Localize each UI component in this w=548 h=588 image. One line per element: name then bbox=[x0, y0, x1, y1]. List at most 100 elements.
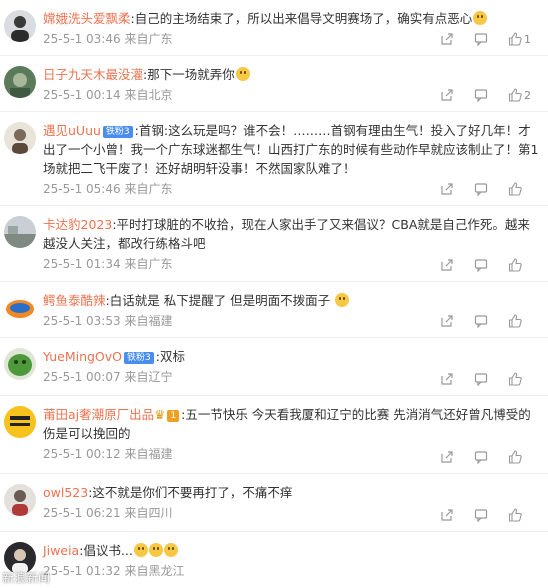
username[interactable]: YueMingOvO bbox=[43, 349, 122, 364]
username[interactable]: 遇见uUuu bbox=[43, 123, 101, 138]
comment-icon bbox=[474, 183, 488, 196]
username[interactable]: 嫦娥洗头爱飘柔 bbox=[43, 11, 131, 26]
comment-icon bbox=[474, 451, 488, 464]
avatar[interactable] bbox=[4, 348, 36, 380]
level-badge: 1 bbox=[167, 410, 180, 422]
comment-icon bbox=[474, 33, 488, 46]
comment-date: 25-5-1 06:21 bbox=[43, 506, 121, 520]
comment-button[interactable] bbox=[474, 507, 508, 523]
like-button[interactable] bbox=[508, 257, 542, 273]
username[interactable]: 卡达豹2023 bbox=[43, 217, 112, 232]
share-button[interactable] bbox=[440, 87, 474, 103]
comment-date: 25-5-1 00:14 bbox=[43, 88, 121, 102]
comment-location: 来自广东 bbox=[124, 182, 173, 196]
comment-button[interactable] bbox=[474, 87, 508, 103]
thumbs-up-icon bbox=[508, 258, 522, 272]
thumbs-up-icon bbox=[508, 88, 522, 102]
like-count: 2 bbox=[524, 88, 531, 102]
emoji-icon bbox=[235, 67, 250, 81]
share-icon bbox=[441, 373, 453, 385]
comment-item: owl523:这不就是你们不要再打了，不痛不痒 25-5-1 06:21 来自四… bbox=[0, 474, 548, 532]
username[interactable]: Jiweia bbox=[43, 543, 79, 558]
comment-text: 双标 bbox=[159, 349, 185, 364]
avatar[interactable] bbox=[4, 406, 36, 438]
comment-text: 自己的主场结束了，所以出来倡导文明赛场了，确实有点恶心 bbox=[134, 11, 473, 26]
comment-location: 来自辽宁 bbox=[124, 370, 173, 384]
avatar[interactable] bbox=[4, 122, 36, 154]
share-icon bbox=[441, 315, 453, 327]
share-button[interactable] bbox=[440, 371, 474, 387]
comment-text: 平时打球脏的不收拾，现在人家出手了又来倡议？CBA就是自己作死。越来越没人关注，… bbox=[43, 217, 530, 251]
comment-icon bbox=[474, 509, 488, 522]
share-icon bbox=[441, 259, 453, 271]
comment-icon bbox=[474, 89, 488, 102]
comment-item: 嫦娥洗头爱飘柔:自己的主场结束了，所以出来倡导文明赛场了，确实有点恶心 25-5… bbox=[0, 0, 548, 56]
avatar[interactable] bbox=[4, 484, 36, 516]
comment-button[interactable] bbox=[474, 371, 508, 387]
comment-date: 25-5-1 01:34 bbox=[43, 257, 121, 271]
comment-item: 遇见uUuu 铁粉3:首钢:这么玩是吗？谁不会！………首钢有理由生气！投入了好几年… bbox=[0, 112, 548, 206]
thumbs-up-icon bbox=[508, 372, 522, 386]
thumbs-up-icon bbox=[508, 508, 522, 522]
like-button[interactable] bbox=[508, 181, 542, 197]
comment-item: 日子九天木最没灌:那下一场就弄你 25-5-1 00:14 来自北京 2 bbox=[0, 56, 548, 112]
share-button[interactable] bbox=[440, 507, 474, 523]
share-button[interactable] bbox=[440, 257, 474, 273]
avatar[interactable] bbox=[4, 216, 36, 248]
comment-list: 嫦娥洗头爱飘柔:自己的主场结束了，所以出来倡导文明赛场了，确实有点恶心 25-5… bbox=[0, 0, 548, 588]
like-button[interactable] bbox=[508, 449, 542, 465]
thumbs-up-icon bbox=[508, 450, 522, 464]
like-button[interactable] bbox=[508, 313, 542, 329]
comment-button[interactable] bbox=[474, 313, 508, 329]
avatar[interactable] bbox=[4, 292, 36, 324]
share-button[interactable] bbox=[440, 313, 474, 329]
thumbs-up-icon bbox=[508, 314, 522, 328]
share-button[interactable] bbox=[440, 449, 474, 465]
fan-badge: 铁粉3 bbox=[124, 352, 154, 364]
comment-button[interactable] bbox=[474, 181, 508, 197]
username[interactable]: 莆田aj奢潮原厂出品 bbox=[43, 407, 154, 422]
thumbs-up-icon bbox=[508, 32, 522, 46]
comment-item: 莆田aj奢潮原厂出品♛ 1:五一节快乐 今天看我厦和辽宁的比赛 先消消气还好曾凡博… bbox=[0, 396, 548, 474]
crown-icon: ♛ bbox=[154, 407, 166, 422]
comment-item: YueMingOvO 铁粉3:双标 25-5-1 00:07 来自辽宁 bbox=[0, 338, 548, 396]
comment-item: Jiweia:倡议书... 25-5-1 01:32 来自黑龙江 bbox=[0, 532, 548, 588]
comment-button[interactable] bbox=[474, 31, 508, 47]
share-icon bbox=[441, 33, 453, 45]
comment-location: 来自北京 bbox=[124, 88, 173, 102]
comment-location: 来自黑龙江 bbox=[124, 564, 185, 578]
avatar[interactable] bbox=[4, 10, 36, 42]
comment-date: 25-5-1 00:12 bbox=[43, 447, 121, 461]
like-button[interactable] bbox=[508, 507, 542, 523]
username[interactable]: owl523 bbox=[43, 485, 88, 500]
username[interactable]: 日子九天木最没灌 bbox=[43, 67, 143, 82]
comment-location: 来自四川 bbox=[124, 506, 173, 520]
username[interactable]: 鳄鱼泰酷辣 bbox=[43, 293, 106, 308]
comment-button[interactable] bbox=[474, 449, 508, 465]
emoji-icon bbox=[133, 543, 148, 557]
share-button[interactable] bbox=[440, 181, 474, 197]
comment-location: 来自广东 bbox=[124, 257, 173, 271]
share-icon bbox=[441, 183, 453, 195]
thumbs-up-icon bbox=[508, 182, 522, 196]
share-button[interactable] bbox=[440, 31, 474, 47]
comment-date: 25-5-1 05:46 bbox=[43, 182, 121, 196]
like-button[interactable]: 2 bbox=[508, 87, 542, 103]
avatar[interactable] bbox=[4, 66, 36, 98]
comment-date: 25-5-1 00:07 bbox=[43, 370, 121, 384]
comment-icon bbox=[474, 315, 488, 328]
share-icon bbox=[441, 509, 453, 521]
comment-location: 来自广东 bbox=[124, 32, 173, 46]
watermark: 新浪新闻 bbox=[2, 571, 51, 585]
like-button[interactable]: 1 bbox=[508, 31, 542, 47]
comment-text: 白话就是 私下提醒了 但是明面不拨面子 bbox=[109, 293, 331, 308]
like-button[interactable] bbox=[508, 371, 542, 387]
comment-item: 鳄鱼泰酷辣:白话就是 私下提醒了 但是明面不拨面子 25-5-1 03:53 来… bbox=[0, 282, 548, 338]
comment-item: 卡达豹2023:平时打球脏的不收拾，现在人家出手了又来倡议？CBA就是自己作死。… bbox=[0, 206, 548, 282]
emoji-icon bbox=[148, 543, 163, 557]
fan-badge: 铁粉3 bbox=[102, 126, 133, 138]
share-icon bbox=[441, 89, 453, 101]
comment-date: 25-5-1 03:46 bbox=[43, 32, 121, 46]
comment-button[interactable] bbox=[474, 257, 508, 273]
like-count: 1 bbox=[524, 32, 531, 46]
